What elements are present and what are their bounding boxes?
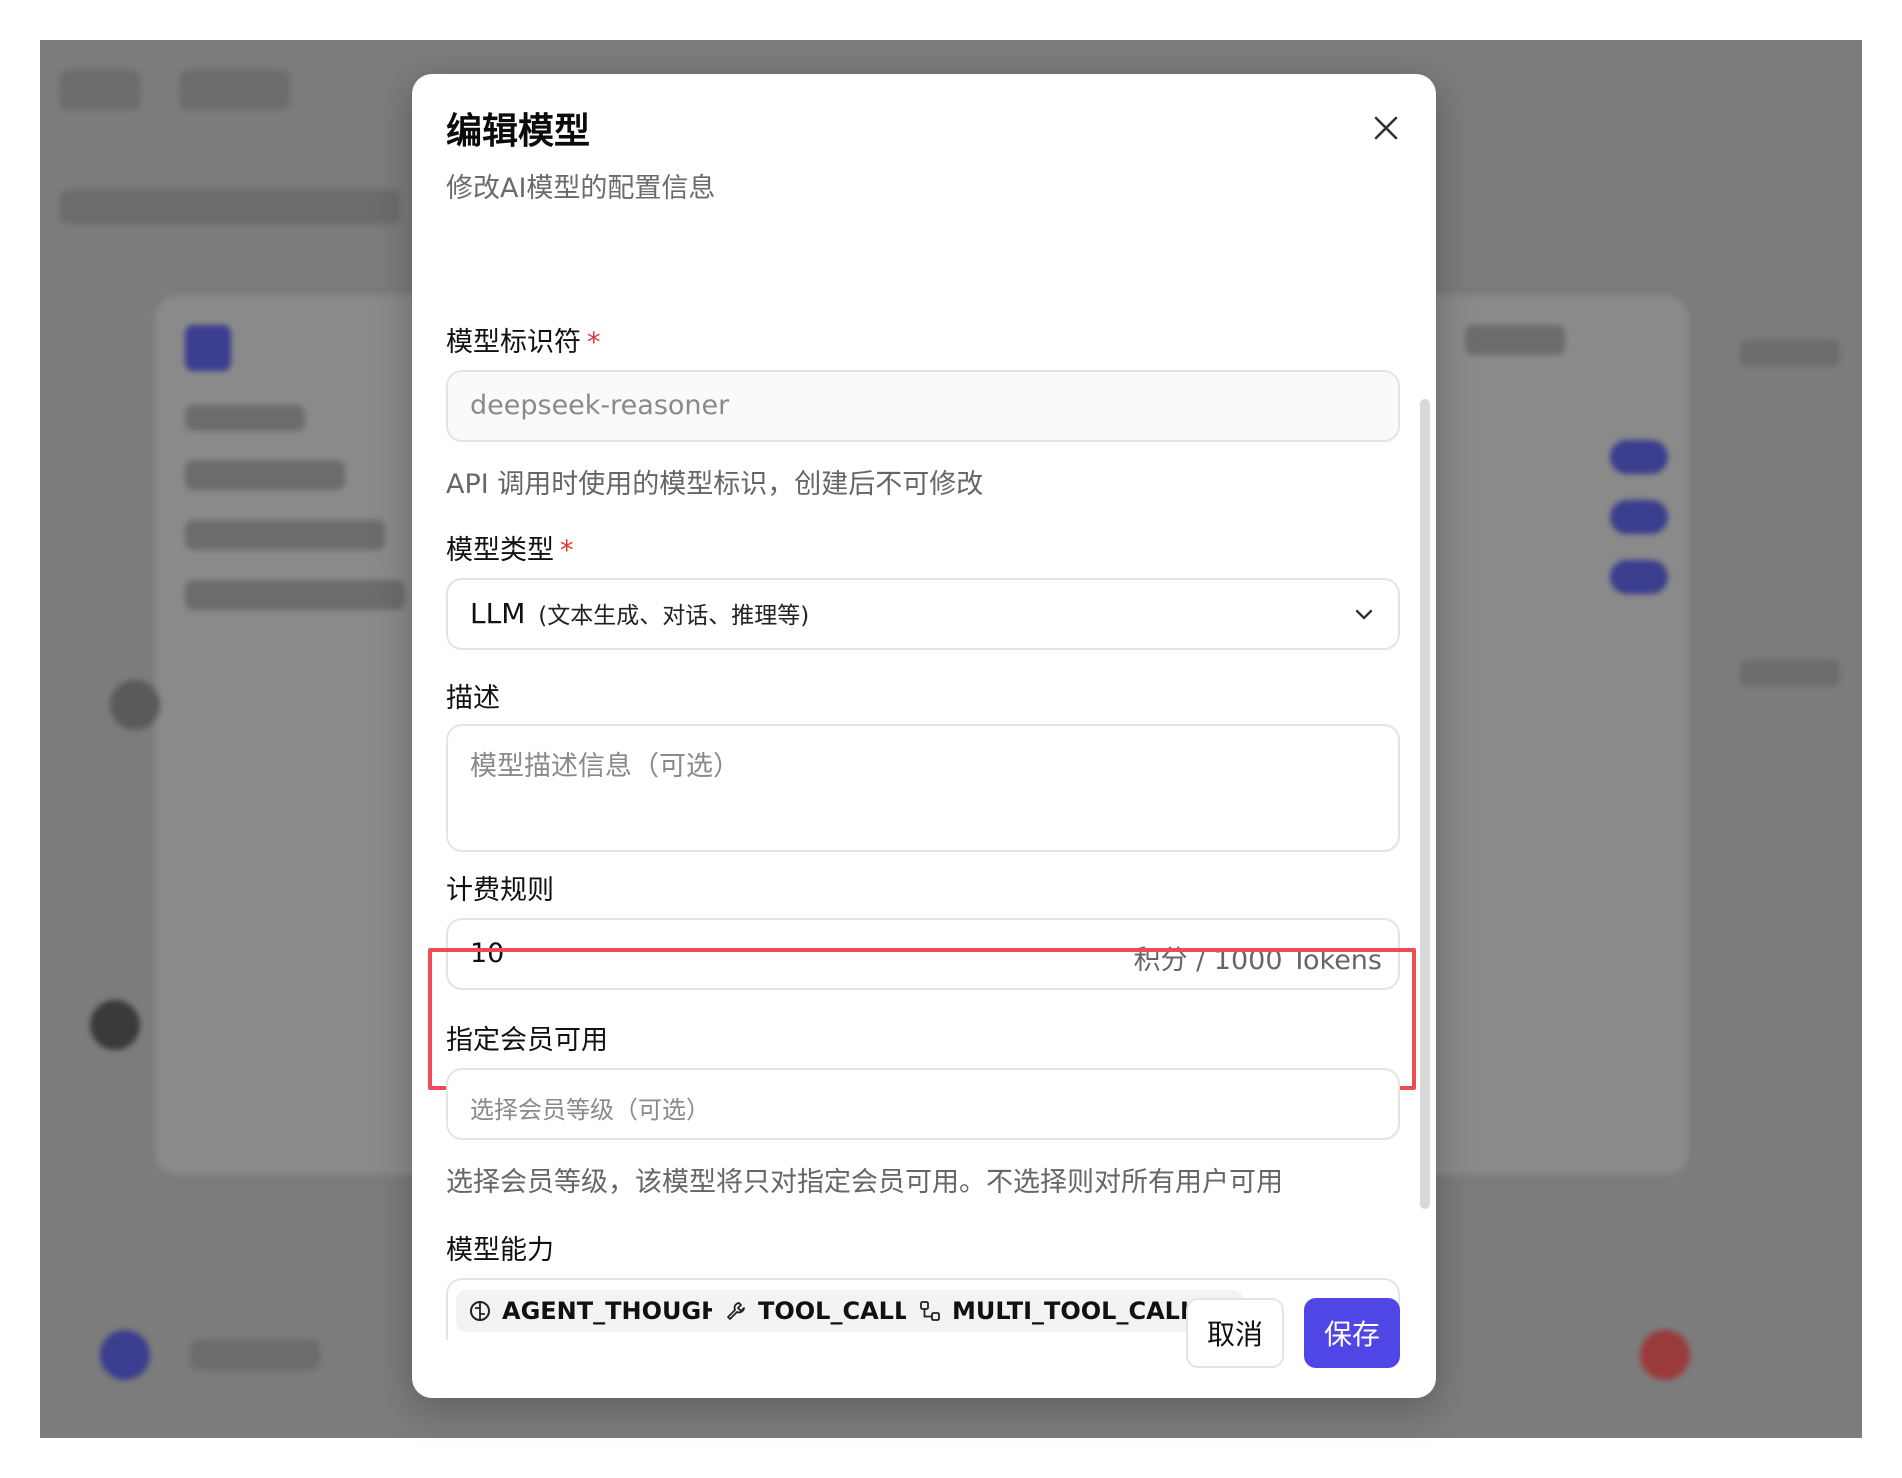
type-selected-detail: (文本生成、对话、推理等) xyxy=(538,603,810,629)
chevron-down-icon xyxy=(1355,609,1373,620)
type-select[interactable]: LLM (文本生成、对话、推理等) xyxy=(446,578,1400,650)
identifier-value: deepseek-reasoner xyxy=(470,390,730,421)
save-button[interactable]: 保存 xyxy=(1304,1298,1400,1368)
billing-label: 计费规则 xyxy=(446,875,554,906)
description-textarea[interactable]: 模型描述信息（可选） xyxy=(446,724,1400,852)
form-scroll-area[interactable]: 模型标识符 * deepseek-reasoner API 调用时使用的模型标识，… xyxy=(412,234,1436,1340)
dialog-title: 编辑模型 xyxy=(446,111,591,152)
membership-label: 指定会员可用 xyxy=(446,1025,608,1056)
identifier-help: API 调用时使用的模型标识，创建后不可修改 xyxy=(446,469,984,500)
membership-placeholder: 选择会员等级（可选） xyxy=(470,1096,710,1124)
capabilities-label: 模型能力 xyxy=(446,1235,554,1266)
membership-select[interactable]: 选择会员等级（可选） xyxy=(446,1068,1400,1140)
identifier-input[interactable]: deepseek-reasoner xyxy=(446,370,1400,442)
close-button[interactable] xyxy=(1366,108,1406,148)
scrollbar[interactable] xyxy=(1420,399,1430,1209)
edit-model-dialog: 编辑模型 修改AI模型的配置信息 模型标识符 * deepseek-reasone… xyxy=(412,74,1436,1398)
dialog-subtitle: 修改AI模型的配置信息 xyxy=(446,173,716,204)
description-placeholder: 模型描述信息（可选） xyxy=(470,751,740,782)
type-selected-main: LLM xyxy=(470,597,526,630)
membership-help: 选择会员等级，该模型将只对指定会员可用。不选择则对所有用户可用 xyxy=(446,1167,1283,1198)
wrench-icon xyxy=(727,1302,745,1320)
brain-icon xyxy=(470,1301,490,1321)
cancel-button[interactable]: 取消 xyxy=(1186,1298,1284,1368)
type-label: 模型类型 * xyxy=(446,535,574,566)
identifier-label: 模型标识符 * xyxy=(446,327,601,358)
description-label: 描述 xyxy=(446,683,500,714)
close-icon xyxy=(1374,116,1398,140)
workflow-icon xyxy=(920,1301,940,1321)
